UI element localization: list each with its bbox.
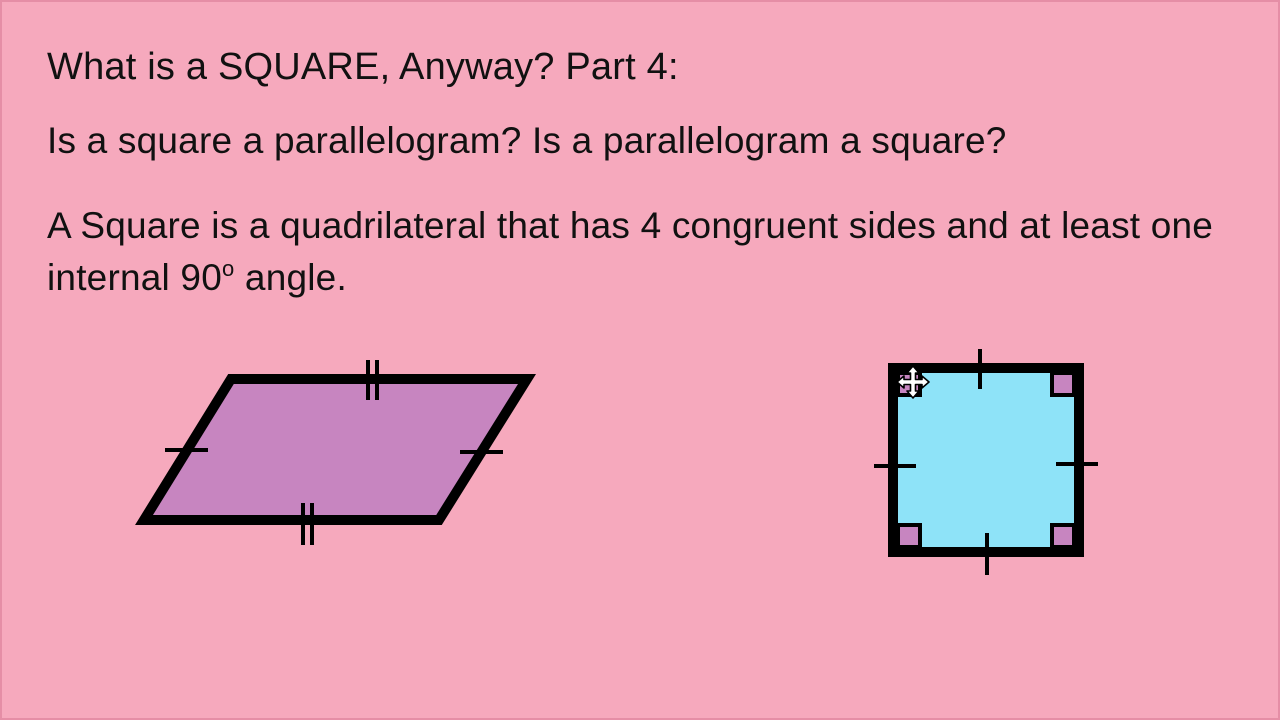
slide-title: What is a SQUARE, Anyway? Part 4: — [47, 46, 679, 88]
parallelogram-diagram — [135, 360, 537, 545]
definition-text-end: angle. — [234, 257, 347, 298]
definition-text: A Square is a quadrilateral that has 4 c… — [47, 205, 1214, 298]
right-angle-marker-bottom-left — [896, 523, 922, 549]
slide: What is a SQUARE, Anyway? Part 4: Is a s… — [0, 0, 1280, 720]
square-definition: A Square is a quadrilateral that has 4 c… — [47, 200, 1227, 309]
slide-question: Is a square a parallelogram? Is a parall… — [47, 120, 1007, 161]
right-angle-marker-bottom-right — [1050, 523, 1076, 549]
move-cursor-icon — [896, 365, 930, 399]
right-angle-marker-top-right — [1050, 371, 1076, 397]
degree-symbol: o — [222, 256, 235, 281]
